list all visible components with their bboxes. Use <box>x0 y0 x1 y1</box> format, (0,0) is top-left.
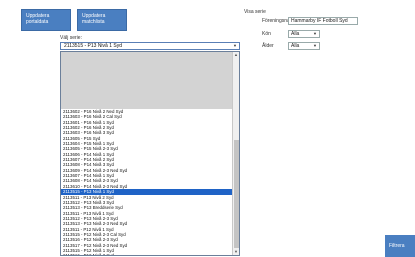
series-label: Välj serie: <box>60 35 82 41</box>
scroll-down-icon[interactable]: ▼ <box>233 249 239 255</box>
listbox-scrollbar[interactable]: ▲ ▼ <box>232 52 239 255</box>
foreningsnamn-field[interactable]: Hammarby IF Fotboll Syd <box>288 17 358 25</box>
listbox-empty-area <box>61 52 233 109</box>
chevron-down-icon: ▼ <box>313 43 317 48</box>
alder-select-value: Alla <box>291 43 300 49</box>
update-match-list-button[interactable]: Uppdatera matchlista <box>77 9 127 31</box>
view-series-heading: Visa serie <box>244 9 266 15</box>
kon-label: Kön <box>262 31 271 37</box>
series-select-value: 2113515 - P13 Nivå 1 Syd <box>64 43 123 49</box>
filter-button[interactable]: Filtrera <box>385 235 415 257</box>
scrollbar-thumb[interactable] <box>234 140 239 248</box>
update-portal-data-button[interactable]: Uppdatera portaldata <box>21 9 71 31</box>
kon-select[interactable]: Alla ▼ <box>288 30 320 38</box>
series-listbox[interactable]: 2113602 - P16 Nivå 2 Ned Syd 2113603 - P1… <box>60 51 240 256</box>
chevron-down-icon: ▼ <box>313 31 317 36</box>
scroll-up-icon[interactable]: ▲ <box>233 52 239 58</box>
chevron-down-icon: ▼ <box>233 43 237 48</box>
list-item[interactable]: 2113516 - P12 Nivå 2 Syd <box>61 253 233 255</box>
alder-label: Ålder <box>262 43 274 49</box>
series-select[interactable]: 2113515 - P13 Nivå 1 Syd ▼ <box>60 42 240 50</box>
alder-select[interactable]: Alla ▼ <box>288 42 320 50</box>
kon-select-value: Alla <box>291 31 300 37</box>
series-list: 2113602 - P16 Nivå 2 Ned Syd 2113603 - P1… <box>61 109 233 255</box>
